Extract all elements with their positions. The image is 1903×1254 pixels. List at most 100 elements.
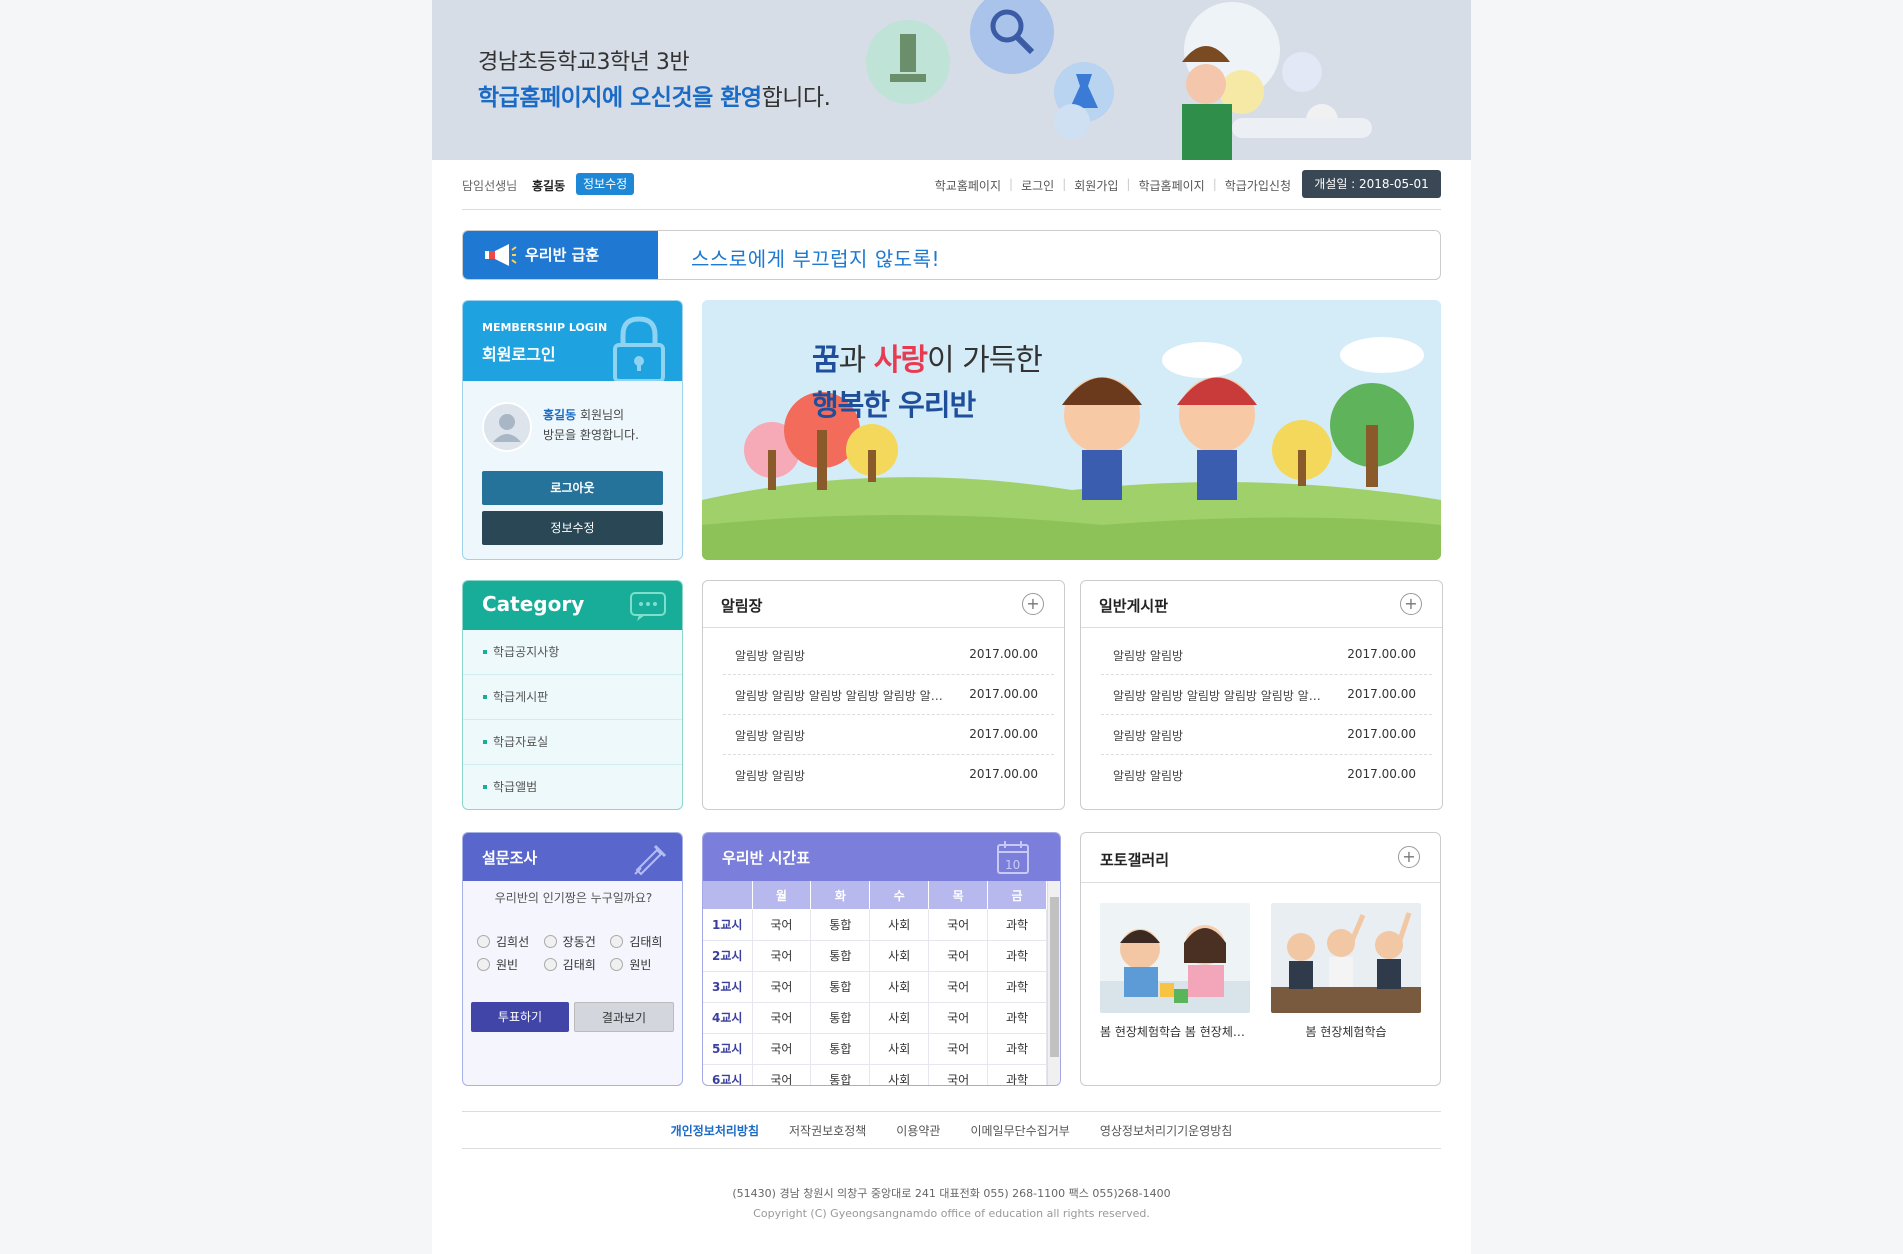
board-list: 알림방 알림방 2017.00.00 알림방 알림방 알림방 알림방 알림방 알림…: [1101, 635, 1432, 795]
welcome-line2: 방문을 환영합니다.: [543, 428, 639, 442]
subject-cell: 사회: [869, 940, 930, 972]
subject-cell: 국어: [928, 1033, 989, 1065]
subject-cell: 사회: [869, 1002, 930, 1034]
subject-cell: 과학: [987, 1002, 1047, 1034]
header-banner: 경남초등학교3학년 3반 학급홈페이지에 오신것을 환영합니다.: [432, 0, 1471, 160]
teacher-edit-button[interactable]: 정보수정: [576, 173, 635, 195]
view-results-button[interactable]: 결과보기: [574, 1002, 674, 1032]
list-item-title[interactable]: 알림방 알림방: [735, 727, 950, 744]
survey-option[interactable]: 김태희: [543, 956, 611, 973]
survey-option[interactable]: 김태희: [610, 933, 677, 950]
timetable-row: 2교시 국어 통합 사회 국어 과학: [703, 940, 1047, 972]
subject-cell: 통합: [810, 1064, 871, 1085]
footer-address: (51430) 경남 창원시 의창구 중앙대로 241 대표전화 055) 26…: [732, 1187, 1171, 1200]
timetable-scrollbar[interactable]: [1047, 881, 1060, 1085]
survey-option[interactable]: 원빈: [477, 956, 544, 973]
survey-question: 우리반의 인기짱은 누구일까요?: [494, 891, 653, 905]
subject-cell: 국어: [752, 971, 812, 1003]
timetable-body: 1교시 국어 통합 사회 국어 과학 2교시 국어 통합 사회 국어 과학 3교시 국어 통합 사회 국어 과학 4…: [703, 909, 1047, 1085]
link-class-join[interactable]: 학급가입신청: [1225, 177, 1291, 194]
radio-button[interactable]: [610, 935, 624, 948]
list-item[interactable]: 알림방 알림방 2017.00.00: [1101, 715, 1432, 755]
subject-cell: 사회: [869, 909, 930, 941]
list-item[interactable]: 알림방 알림방 2017.00.00: [1101, 755, 1432, 795]
edit-info-button[interactable]: 정보수정: [482, 511, 663, 545]
radio-button[interactable]: [543, 935, 557, 948]
list-item-date: 2017.00.00: [1347, 647, 1416, 661]
photo-gallery: 포토갤러리 + 봄 현장체험학습 봄 현장체험학습 봄 현장체험학습: [1080, 832, 1441, 1086]
radio-button[interactable]: [477, 935, 490, 948]
category-item-notice[interactable]: 학급공지사항: [463, 630, 682, 675]
link-signup[interactable]: 회원가입: [1074, 177, 1118, 194]
board-more-button[interactable]: +: [1400, 593, 1422, 615]
period-label: 3교시: [703, 971, 753, 1003]
banner-illustration: [866, 0, 1372, 160]
survey-option[interactable]: 장동건: [543, 933, 611, 950]
login-header: MEMBERSHIP LOGIN 회원로그인: [463, 301, 682, 381]
list-item-date: 2017.00.00: [969, 647, 1038, 661]
photo-children-classroom: [1100, 903, 1250, 1013]
timetable-row: 3교시 국어 통합 사회 국어 과학: [703, 971, 1047, 1003]
link-class-home[interactable]: 학급홈페이지: [1138, 177, 1204, 194]
period-label: 1교시: [703, 909, 753, 941]
list-item-title[interactable]: 알림방 알림방 알림방 알림방 알림방 알림방: [1113, 687, 1328, 704]
logout-button[interactable]: 로그아웃: [482, 471, 663, 505]
gallery-caption[interactable]: 봄 현장체험학습: [1271, 1023, 1421, 1040]
list-item-date: 2017.00.00: [1347, 767, 1416, 781]
list-item[interactable]: 알림방 알림방 2017.00.00: [723, 755, 1054, 795]
hero-title-line1: 꿈과 사랑이 가득한: [812, 335, 1043, 379]
list-item[interactable]: 알림방 알림방 알림방 알림방 알림방 알림방 2017.00.00: [1101, 675, 1432, 715]
login-title-ko: 회원로그인: [482, 345, 556, 364]
scrollbar-thumb[interactable]: [1050, 897, 1059, 1057]
open-date-badge: 개설일 : 2018-05-01: [1302, 170, 1441, 198]
link-login[interactable]: 로그인: [1021, 177, 1054, 194]
list-item-title[interactable]: 알림방 알림방: [1113, 727, 1328, 744]
link-school-home[interactable]: 학교홈페이지: [935, 177, 1001, 194]
footer-link-cctv-policy[interactable]: 영상정보처리기기운영방침: [1100, 1122, 1232, 1139]
category-item-resources[interactable]: 학급자료실: [463, 720, 682, 765]
timetable-table: 월 화 수 목 금 1교시 국어 통합 사회 국어 과학 2교시 국어 통합 사회 국어 과학 3교시 국…: [703, 881, 1047, 1085]
day-header: 화: [810, 881, 871, 909]
list-item-title[interactable]: 알림방 알림방: [735, 767, 950, 784]
radio-button[interactable]: [477, 958, 490, 971]
list-item[interactable]: 알림방 알림방 2017.00.00: [1101, 635, 1432, 675]
subject-cell: 과학: [987, 940, 1047, 972]
vote-button[interactable]: 투표하기: [471, 1002, 569, 1032]
page: 경남초등학교3학년 3반 학급홈페이지에 오신것을 환영합니다. 담임선생님 홍…: [432, 0, 1471, 1254]
gallery-photo[interactable]: [1271, 903, 1421, 1013]
footer-link-copyright[interactable]: 저작권보호정책: [789, 1122, 866, 1139]
footer-link-email-policy[interactable]: 이메일무단수집거부: [970, 1122, 1069, 1139]
period-label: 6교시: [703, 1064, 753, 1085]
period-label: 4교시: [703, 1002, 753, 1034]
category-box: Category 학급공지사항 학급게시판 학급자료실 학급앨범: [462, 580, 683, 810]
category-item-album[interactable]: 학급앨범: [463, 765, 682, 809]
avatar: [482, 402, 532, 452]
radio-button[interactable]: [543, 958, 557, 971]
list-item[interactable]: 알림방 알림방 2017.00.00: [723, 635, 1054, 675]
timetable-head-row: 월 화 수 목 금: [703, 881, 1047, 909]
survey-option[interactable]: 원빈: [610, 956, 677, 973]
calendar-icon: 10: [997, 841, 1029, 874]
gallery-caption[interactable]: 봄 현장체험학습 봄 현장체험학습: [1100, 1023, 1250, 1040]
list-item[interactable]: 알림방 알림방 알림방 알림방 알림방 알림방 2017.00.00: [723, 675, 1054, 715]
category-header: Category: [463, 581, 682, 630]
gallery-photo[interactable]: [1100, 903, 1250, 1013]
list-item-title[interactable]: 알림방 알림방 알림방 알림방 알림방 알림방: [735, 687, 950, 704]
footer-link-terms[interactable]: 이용약관: [896, 1122, 940, 1139]
list-item-title[interactable]: 알림방 알림방: [1113, 647, 1328, 664]
timetable-box: 우리반 시간표 10 월 화 수 목 금 1교시 국어 통합 사회 국어 과학 …: [702, 832, 1061, 1086]
list-item-title[interactable]: 알림방 알림방: [735, 647, 950, 664]
gallery-more-button[interactable]: +: [1398, 846, 1420, 868]
category-item-board[interactable]: 학급게시판: [463, 675, 682, 720]
notice-more-button[interactable]: +: [1022, 593, 1044, 615]
list-item[interactable]: 알림방 알림방 2017.00.00: [723, 715, 1054, 755]
footer-link-privacy[interactable]: 개인정보처리방침: [671, 1122, 759, 1139]
subject-cell: 통합: [810, 940, 871, 972]
list-item-date: 2017.00.00: [969, 767, 1038, 781]
radio-button[interactable]: [610, 958, 624, 971]
survey-option-label: 김태희: [629, 935, 663, 949]
list-item-title[interactable]: 알림방 알림방: [1113, 767, 1328, 784]
survey-option[interactable]: 김희선: [477, 933, 544, 950]
survey-option-label: 장동건: [562, 935, 596, 949]
list-item-date: 2017.00.00: [1347, 687, 1416, 701]
